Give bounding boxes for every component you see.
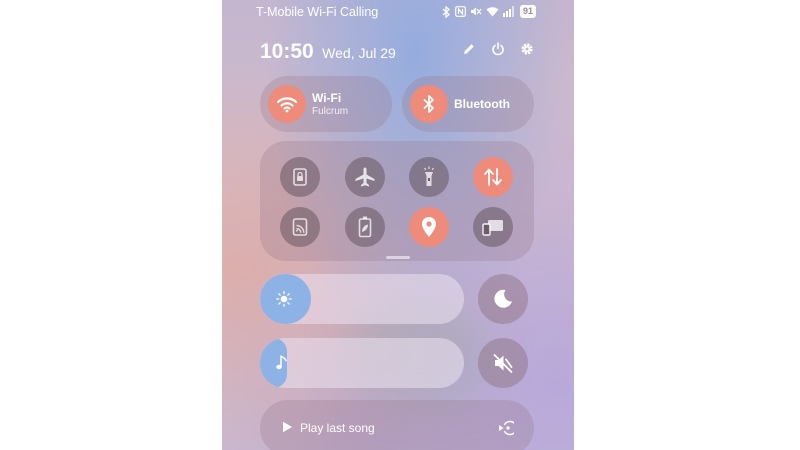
expand-handle[interactable]	[386, 256, 410, 259]
power-icon[interactable]	[491, 42, 505, 56]
signal-icon	[502, 6, 514, 17]
tile-airplane-mode[interactable]	[345, 157, 385, 197]
tile-flashlight[interactable]	[409, 157, 449, 197]
music-note-icon	[276, 355, 287, 370]
bluetooth-title: Bluetooth	[454, 97, 510, 111]
tile-cast[interactable]	[280, 207, 320, 247]
bluetooth-icon	[442, 5, 450, 18]
mute-icon	[470, 7, 482, 16]
clock-date-label: Wed, Jul 29	[322, 45, 396, 61]
dark-mode-button[interactable]	[478, 274, 528, 324]
media-card[interactable]: Play last song	[260, 400, 534, 450]
edit-icon[interactable]	[462, 42, 476, 56]
audio-output-icon[interactable]	[498, 420, 514, 436]
tile-screen-mirror[interactable]	[473, 207, 513, 247]
lock-screen-icon	[293, 168, 307, 186]
tile-location[interactable]	[409, 207, 449, 247]
clock-time: 10:50	[260, 40, 314, 63]
wifi-icon	[276, 97, 298, 113]
carrier-label: T-Mobile Wi-Fi Calling	[256, 5, 379, 19]
settings-icon[interactable]	[520, 42, 534, 56]
wifi-icon	[486, 7, 499, 17]
tile-battery-saver[interactable]	[345, 207, 385, 247]
volume-slider[interactable]	[260, 338, 464, 388]
header-actions	[462, 42, 534, 56]
wifi-toggle-circle	[268, 85, 306, 123]
sun-icon	[276, 291, 292, 307]
phone-screen: T-Mobile Wi-Fi Calling 91 10:50 Wed, Jul…	[222, 0, 574, 450]
mute-icon	[493, 354, 513, 373]
location-icon	[422, 217, 436, 237]
wifi-title: Wi-Fi	[312, 91, 342, 105]
brightness-slider[interactable]	[260, 274, 464, 324]
bluetooth-toggle-circle	[410, 85, 448, 123]
wifi-network-name: Fulcrum	[312, 106, 349, 117]
bluetooth-toggle[interactable]: Bluetooth	[402, 76, 534, 132]
nfc-icon	[455, 6, 466, 17]
mobile-data-icon	[484, 168, 502, 186]
moon-icon	[494, 289, 512, 308]
screen-mirror-icon	[482, 220, 503, 236]
bluetooth-icon	[423, 95, 434, 113]
status-bar: T-Mobile Wi-Fi Calling 91	[222, 0, 574, 24]
battery-saver-icon	[358, 216, 372, 238]
play-icon[interactable]	[282, 421, 293, 433]
quick-tiles-panel	[260, 141, 534, 261]
tile-lock-screen[interactable]	[280, 157, 320, 197]
clock-date: 10:50 Wed, Jul 29	[260, 40, 396, 64]
cast-icon	[292, 218, 308, 236]
wifi-toggle[interactable]: Wi-Fi Fulcrum	[260, 76, 392, 132]
mute-button[interactable]	[478, 338, 528, 388]
media-label: Play last song	[300, 421, 375, 435]
tile-mobile-data[interactable]	[473, 157, 513, 197]
airplane-icon	[355, 167, 375, 187]
flashlight-icon	[424, 166, 434, 186]
status-icons: 91	[442, 5, 536, 18]
battery-level: 91	[519, 5, 536, 18]
